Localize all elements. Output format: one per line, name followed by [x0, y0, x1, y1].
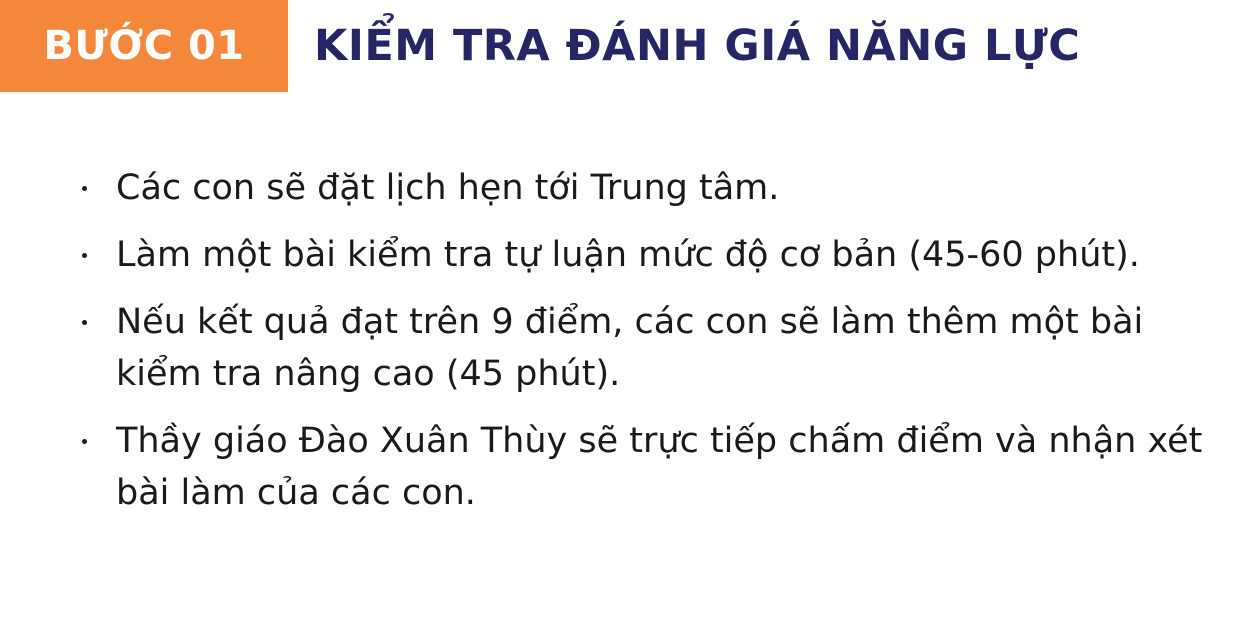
list-item: Nếu kết quả đạt trên 9 điểm, các con sẽ …: [76, 296, 1206, 400]
list-item: Làm một bài kiểm tra tự luận mức độ cơ b…: [76, 229, 1206, 281]
bullet-dot-icon: [82, 439, 87, 444]
bullet-list: Các con sẽ đặt lịch hẹn tới Trung tâm. L…: [76, 162, 1206, 519]
list-item-text: Nếu kết quả đạt trên 9 điểm, các con sẽ …: [116, 302, 1144, 394]
bullet-dot-icon: [82, 253, 87, 258]
list-item-text: Làm một bài kiểm tra tự luận mức độ cơ b…: [116, 235, 1140, 275]
bullet-dot-icon: [82, 320, 87, 325]
bullet-dot-icon: [82, 186, 87, 191]
list-item: Thầy giáo Đào Xuân Thùy sẽ trực tiếp chấ…: [76, 415, 1206, 519]
list-item: Các con sẽ đặt lịch hẹn tới Trung tâm.: [76, 162, 1206, 214]
step-header: BƯỚC 01 KIỂM TRA ĐÁNH GIÁ NĂNG LỰC: [0, 0, 1080, 92]
list-item-text: Thầy giáo Đào Xuân Thùy sẽ trực tiếp chấ…: [116, 421, 1203, 513]
step-title: KIỂM TRA ĐÁNH GIÁ NĂNG LỰC: [314, 21, 1081, 71]
list-item-text: Các con sẽ đặt lịch hẹn tới Trung tâm.: [116, 168, 780, 208]
step-content: Các con sẽ đặt lịch hẹn tới Trung tâm. L…: [76, 162, 1206, 534]
step-badge: BƯỚC 01: [0, 0, 288, 92]
